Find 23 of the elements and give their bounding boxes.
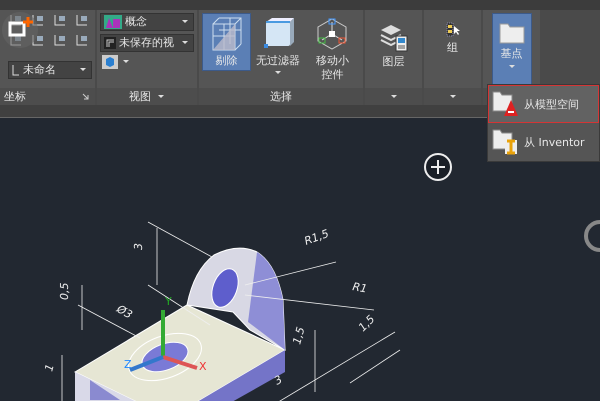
panel-title: 视图 [129, 88, 151, 104]
dimension-label: 3 [272, 372, 285, 388]
ribbon-button[interactable]: 无过滤器 [253, 12, 303, 78]
dimension-label: Ø3 [114, 302, 135, 322]
dimension-label: 3 [132, 243, 145, 250]
dimension-label: 1,5 [356, 312, 378, 334]
dimension-label: R1 [351, 280, 368, 296]
panel-title: 选择 [270, 88, 292, 104]
visual-style-dropdown[interactable]: 概念 [100, 12, 194, 31]
ribbon-button[interactable]: 移动小控件 [304, 12, 360, 85]
dimension-label: 1 [42, 362, 57, 373]
dimension-label: 1,5 [290, 326, 308, 346]
named-view-dropdown[interactable]: 未保存的视 [100, 34, 194, 52]
menu-item[interactable]: 从模型空间 [489, 86, 598, 122]
menu-item[interactable]: 从 Inventor [489, 124, 598, 160]
dimension-label: 0,5 [58, 282, 71, 300]
dimension-label: R1,5 [302, 227, 331, 248]
axis-label: Z [124, 358, 132, 371]
axis-label: X [199, 360, 207, 373]
ribbon-button[interactable]: 剔除 [202, 12, 252, 71]
ucs-dropdown[interactable]: 未命名 [8, 60, 92, 79]
axis-label: Y [165, 295, 172, 308]
panel-title: 坐标 [4, 88, 26, 104]
